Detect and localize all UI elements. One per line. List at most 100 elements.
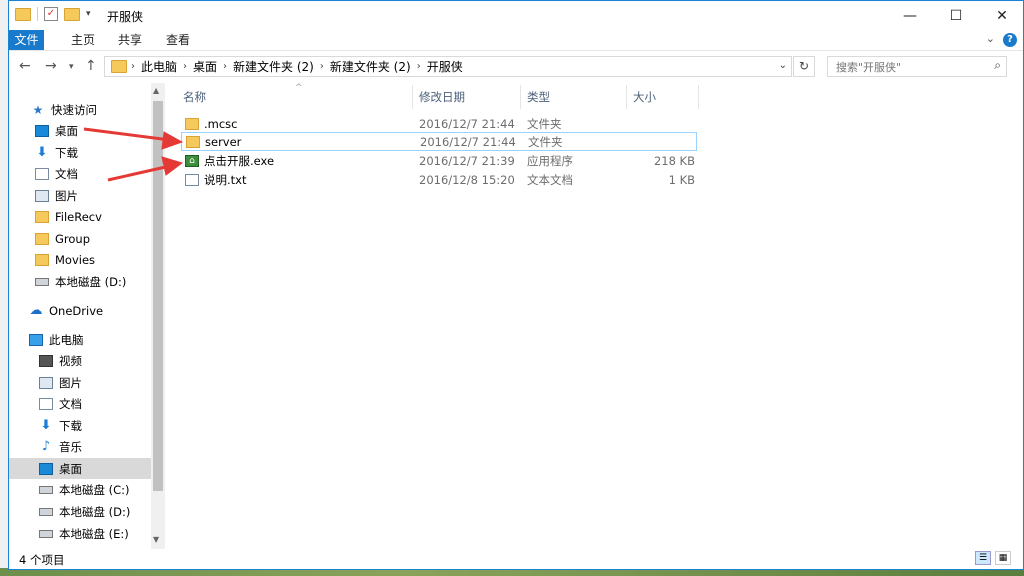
nav-scrollbar[interactable]: ▲ ▼	[151, 83, 165, 549]
column-header-size[interactable]: 大小	[627, 85, 699, 109]
title-bar[interactable]: ✓ ▾ 开服侠 — ☐ ✕	[9, 1, 1023, 30]
file-row[interactable]: server 2016/12/7 21:44 文件夹	[181, 132, 697, 151]
nav-item-movies[interactable]: Movies	[9, 249, 151, 270]
nav-this-pc[interactable]: 此电脑	[9, 329, 151, 350]
drive-icon	[39, 529, 53, 538]
details-view-icon[interactable]: ☰	[975, 551, 991, 565]
nav-onedrive[interactable]: ☁ OneDrive	[9, 300, 151, 321]
minimize-button[interactable]: —	[887, 1, 933, 30]
scroll-down-icon[interactable]: ▼	[153, 535, 159, 544]
document-icon	[35, 167, 49, 180]
tab-home[interactable]: 主页	[59, 30, 107, 50]
nav-label: 视频	[59, 353, 82, 368]
nav-item-music[interactable]: ♪ 音乐	[9, 436, 151, 457]
tab-share[interactable]: 共享	[106, 30, 154, 50]
scrollbar-thumb[interactable]	[153, 101, 163, 491]
drive-icon	[39, 507, 53, 516]
breadcrumb-desktop[interactable]: 桌面	[193, 58, 217, 75]
tab-view[interactable]: 查看	[154, 30, 202, 50]
column-header-type[interactable]: 类型	[521, 85, 627, 109]
refresh-button[interactable]: ↻	[793, 56, 815, 77]
nav-item-group[interactable]: Group	[9, 228, 151, 249]
search-input[interactable]	[834, 57, 978, 77]
nav-item-drive-d[interactable]: 本地磁盘 (D:)	[9, 501, 151, 522]
address-dropdown-icon[interactable]: ⌄	[779, 60, 787, 71]
breadcrumb-current[interactable]: 开服侠	[427, 58, 463, 75]
expand-ribbon-icon[interactable]: ⌄	[986, 32, 995, 45]
nav-item-pc-pictures[interactable]: 图片	[9, 372, 151, 393]
file-row[interactable]: .mcsc 2016/12/7 21:44 文件夹	[181, 114, 697, 133]
nav-label: 桌面	[55, 123, 78, 138]
address-bar[interactable]: › 此电脑 › 桌面 › 新建文件夹 (2) › 新建文件夹 (2) › 开服侠…	[104, 56, 792, 77]
breadcrumb-this-pc[interactable]: 此电脑	[141, 58, 177, 75]
file-date: 2016/12/8 15:20	[419, 172, 515, 187]
nav-item-videos[interactable]: 视频	[9, 350, 151, 371]
picture-icon	[39, 376, 53, 389]
nav-label: 本地磁盘 (D:)	[55, 274, 127, 289]
nav-item-drive-d-quick[interactable]: 本地磁盘 (D:)	[9, 271, 151, 292]
forward-arrow-icon[interactable]: →	[45, 58, 57, 74]
column-header-date[interactable]: 修改日期	[413, 85, 521, 109]
status-bar: 4 个项目 ☰ ▦	[9, 549, 1023, 569]
nav-item-pc-downloads[interactable]: ⬇ 下载	[9, 415, 151, 436]
chevron-right-icon[interactable]: ›	[320, 61, 324, 72]
chevron-right-icon[interactable]: ›	[417, 61, 421, 72]
chevron-right-icon[interactable]: ›	[223, 61, 227, 72]
exe-icon: ⌂	[185, 154, 199, 167]
back-arrow-icon[interactable]: ←	[19, 58, 31, 74]
chevron-right-icon[interactable]: ›	[183, 61, 187, 72]
file-name: .mcsc	[204, 116, 238, 131]
file-type: 文件夹	[528, 134, 563, 149]
star-icon: ★	[32, 102, 44, 117]
breadcrumb-new-folder-2[interactable]: 新建文件夹 (2)	[330, 58, 411, 75]
file-row[interactable]: ⌂ 点击开服.exe 2016/12/7 21:39 应用程序 218 KB	[181, 151, 697, 170]
file-size: 1 KB	[668, 172, 695, 187]
column-label: 类型	[527, 90, 550, 104]
desktop-icon	[39, 462, 53, 475]
nav-quick-access[interactable]: ★ 快速访问	[9, 99, 151, 120]
nav-label: Movies	[55, 252, 96, 267]
nav-item-drive-e[interactable]: 本地磁盘 (E:)	[9, 523, 151, 544]
ribbon-tabs: 文件 主页 共享 查看 ⌄ ?	[9, 30, 1023, 51]
scroll-up-icon[interactable]: ▲	[153, 86, 159, 95]
tab-file[interactable]: 文件	[9, 30, 44, 50]
nav-item-downloads[interactable]: ⬇ 下载 📌︎	[9, 142, 151, 163]
up-arrow-icon[interactable]: ↑	[85, 58, 97, 74]
search-icon[interactable]: ⌕	[994, 58, 1001, 73]
file-name: 说明.txt	[204, 172, 247, 187]
recent-locations-icon[interactable]: ▾	[69, 62, 74, 72]
drive-icon	[39, 485, 53, 494]
txt-icon	[185, 173, 199, 186]
nav-item-desktop[interactable]: 桌面 📌︎	[9, 120, 151, 141]
help-icon[interactable]: ?	[1003, 33, 1017, 47]
chevron-right-icon[interactable]: ›	[131, 61, 135, 72]
nav-label: 文档	[59, 396, 82, 411]
nav-item-filerecv[interactable]: FileRecv	[9, 206, 151, 227]
nav-item-pictures[interactable]: 图片 📌︎	[9, 185, 151, 206]
desktop-icon	[35, 124, 49, 137]
nav-item-documents[interactable]: 文档 📌︎	[9, 163, 151, 184]
nav-item-pc-documents[interactable]: 文档	[9, 393, 151, 414]
quick-access-toolbar: ✓ ▾	[15, 7, 91, 21]
search-box[interactable]: ⌕	[827, 56, 1007, 77]
file-row[interactable]: 说明.txt 2016/12/8 15:20 文本文档 1 KB	[181, 170, 697, 189]
customize-qat-icon[interactable]: ▾	[86, 9, 91, 19]
folder-icon	[186, 135, 200, 148]
nav-item-drive-c[interactable]: 本地磁盘 (C:)	[9, 479, 151, 500]
close-button[interactable]: ✕	[979, 1, 1023, 30]
properties-icon[interactable]: ✓	[44, 7, 58, 21]
column-header-name[interactable]: ^ 名称	[177, 83, 413, 109]
new-folder-icon[interactable]	[64, 7, 80, 21]
nav-item-pc-desktop[interactable]: 桌面	[9, 458, 151, 479]
nav-label: 本地磁盘 (D:)	[59, 504, 131, 519]
file-type: 应用程序	[527, 153, 573, 168]
breadcrumb-new-folder-1[interactable]: 新建文件夹 (2)	[233, 58, 314, 75]
address-row: ← → ▾ ↑ › 此电脑 › 桌面 › 新建文件夹 (2) › 新建文件夹 (…	[9, 51, 1023, 83]
nav-label: OneDrive	[49, 303, 104, 318]
maximize-button[interactable]: ☐	[933, 1, 979, 30]
large-icons-view-icon[interactable]: ▦	[995, 551, 1011, 565]
window-folder-icon	[15, 7, 31, 21]
file-size: 218 KB	[653, 153, 695, 168]
drive-icon	[35, 277, 49, 286]
desktop-background-left	[0, 0, 8, 576]
